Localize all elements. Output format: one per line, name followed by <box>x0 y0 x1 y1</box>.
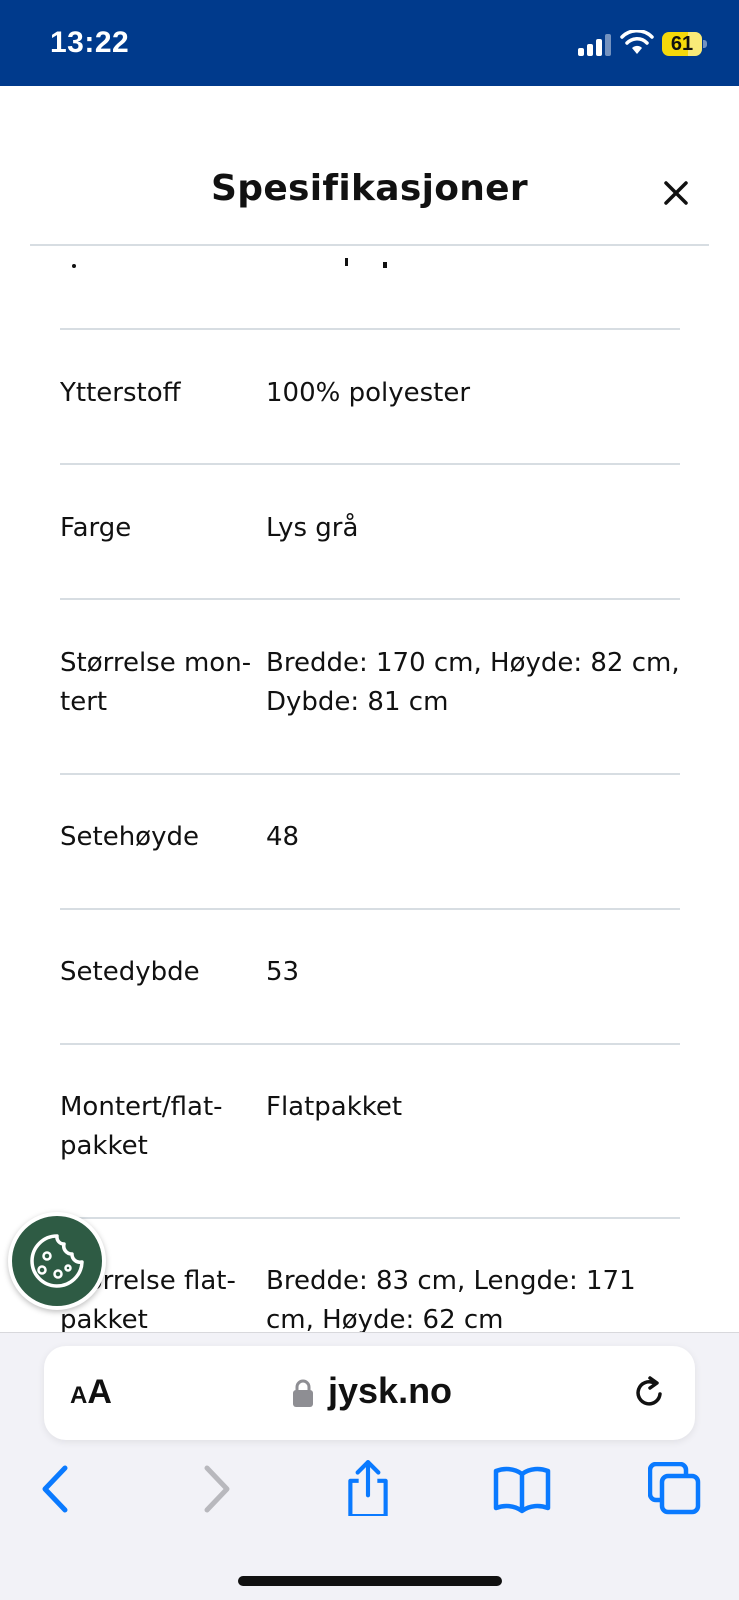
close-icon[interactable] <box>658 175 694 211</box>
spec-label: Setehøyde <box>60 822 199 852</box>
cookie-settings-button[interactable] <box>8 1212 106 1310</box>
row-divider <box>60 463 680 465</box>
spec-label: Setedybde <box>60 957 200 987</box>
spec-label: Ytterstoff <box>60 378 181 408</box>
cookie-icon <box>30 1234 84 1288</box>
spec-value: Lys grå <box>266 513 359 543</box>
cutoff-text-fragment <box>72 264 76 268</box>
row-divider <box>60 908 680 910</box>
reload-icon[interactable] <box>630 1374 668 1412</box>
lock-icon <box>293 1379 313 1407</box>
row-divider <box>60 598 680 600</box>
spec-list[interactable]: Ytterstoff 100% polyester Farge Lys grå … <box>0 246 739 1332</box>
status-bar: 13:22 61 <box>0 0 739 86</box>
text-size-button[interactable]: AA <box>70 1373 112 1412</box>
tabs-icon[interactable] <box>648 1462 702 1516</box>
home-indicator[interactable] <box>238 1576 502 1586</box>
battery-icon: 61 <box>662 32 707 56</box>
battery-level: 61 <box>670 33 694 55</box>
status-time: 13:22 <box>50 26 130 59</box>
forward-icon[interactable] <box>188 1462 242 1516</box>
cutoff-text-fragment <box>383 262 387 268</box>
cellular-signal-icon <box>578 32 614 56</box>
text-size-large-label: A <box>87 1373 112 1411</box>
spec-label: Montert/flat- pakket <box>60 1092 223 1161</box>
spec-value: 100% polyester <box>266 378 471 408</box>
share-icon[interactable] <box>340 1456 396 1516</box>
row-divider <box>60 773 680 775</box>
row-divider <box>60 1043 680 1045</box>
row-divider <box>60 328 680 330</box>
spec-value: Flatpakket <box>266 1092 403 1122</box>
spec-value: 53 <box>266 957 300 987</box>
modal-title: Spesifikasjoner <box>211 168 528 209</box>
cutoff-text-fragment <box>345 258 348 266</box>
spec-value: Bredde: 83 cm, Lengde: 171 cm, Høyde: 62… <box>266 1266 636 1332</box>
bookmarks-icon[interactable] <box>492 1462 552 1516</box>
spec-value: Bredde: 170 cm, Høyde: 82 cm, Dybde: 81 … <box>266 648 680 717</box>
url-text[interactable]: jysk.no <box>328 1370 452 1412</box>
back-icon[interactable] <box>30 1462 84 1516</box>
text-size-small-label: A <box>70 1382 88 1409</box>
spec-label: Størrelse mon- tert <box>60 648 252 717</box>
row-divider <box>60 1217 680 1219</box>
wifi-icon <box>620 30 654 54</box>
spec-value: 48 <box>266 822 300 852</box>
spec-label: Farge <box>60 513 132 543</box>
